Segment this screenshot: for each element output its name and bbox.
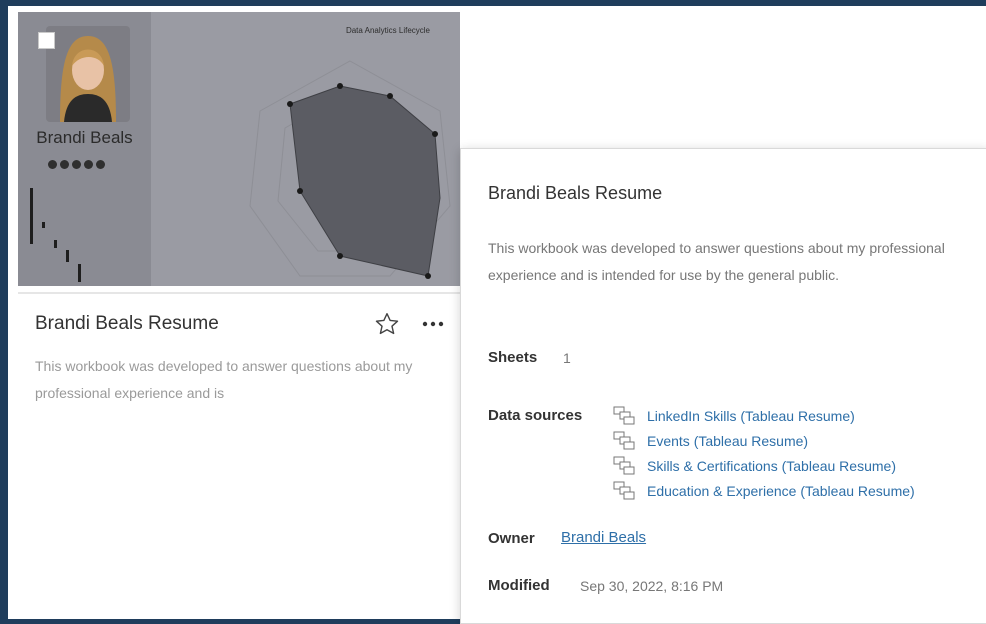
data-source-icon [613,481,635,499]
modified-label: Modified [488,577,550,594]
data-sources-label: Data sources [488,407,583,424]
timeline-bar [78,264,81,282]
social-icon [60,160,69,169]
page: Brandi Beals Data Analytics Lifecycle Br… [8,6,986,624]
workbook-title[interactable]: Brandi Beals Resume [35,313,219,335]
workbook-thumbnail[interactable]: Brandi Beals Data Analytics Lifecycle [18,12,460,286]
social-icon [84,160,93,169]
sheets-label: Sheets [488,349,538,366]
data-source-icon [613,406,635,424]
timeline-bar [54,240,57,248]
data-source-link[interactable]: LinkedIn Skills (Tableau Resume) [647,408,855,424]
data-source-link[interactable]: Events (Tableau Resume) [647,433,808,449]
profile-photo [46,26,130,122]
data-source-item[interactable]: LinkedIn Skills (Tableau Resume) [613,403,915,428]
timeline-bar [30,188,33,244]
timeline-bar [42,222,45,228]
timeline-bar [66,250,69,262]
owner-label: Owner [488,530,535,547]
workbook-details-popover: Brandi Beals Resume This workbook was de… [460,148,986,624]
radar-chart-thumbnail [249,60,451,279]
data-source-item[interactable]: Education & Experience (Tableau Resume) [613,478,915,503]
thumbnail-chart-title: Data Analytics Lifecycle [345,26,430,35]
data-source-link[interactable]: Skills & Certifications (Tableau Resume) [647,458,896,474]
card-divider [18,292,460,294]
modified-date: Sep 30, 2022, 8:16 PM [580,578,724,594]
data-source-link[interactable]: Education & Experience (Tableau Resume) [647,483,915,499]
popover-title: Brandi Beals Resume [488,183,663,203]
select-checkbox[interactable] [38,32,55,49]
favorite-star-icon[interactable] [372,309,402,339]
popover-description: This workbook was developed to answer qu… [488,240,945,283]
thumbnail-person-name: Brandi Beals [36,128,133,147]
data-source-icon [613,456,635,474]
more-actions-ellipsis-icon[interactable] [418,309,448,339]
data-source-icon [613,431,635,449]
data-source-item[interactable]: Skills & Certifications (Tableau Resume) [613,453,915,478]
data-sources-list: LinkedIn Skills (Tableau Resume) Events … [613,403,915,503]
workbook-card[interactable]: Brandi Beals Data Analytics Lifecycle Br… [18,12,460,442]
social-icon [72,160,81,169]
social-icon [48,160,57,169]
data-source-item[interactable]: Events (Tableau Resume) [613,428,915,453]
owner-link[interactable]: Brandi Beals [561,529,646,546]
social-icon [96,160,105,169]
sheets-count: 1 [563,350,571,366]
workbook-description: This workbook was developed to answer qu… [35,358,413,401]
thumbnail-profile-panel: Brandi Beals [18,12,151,286]
social-icons [48,160,105,169]
